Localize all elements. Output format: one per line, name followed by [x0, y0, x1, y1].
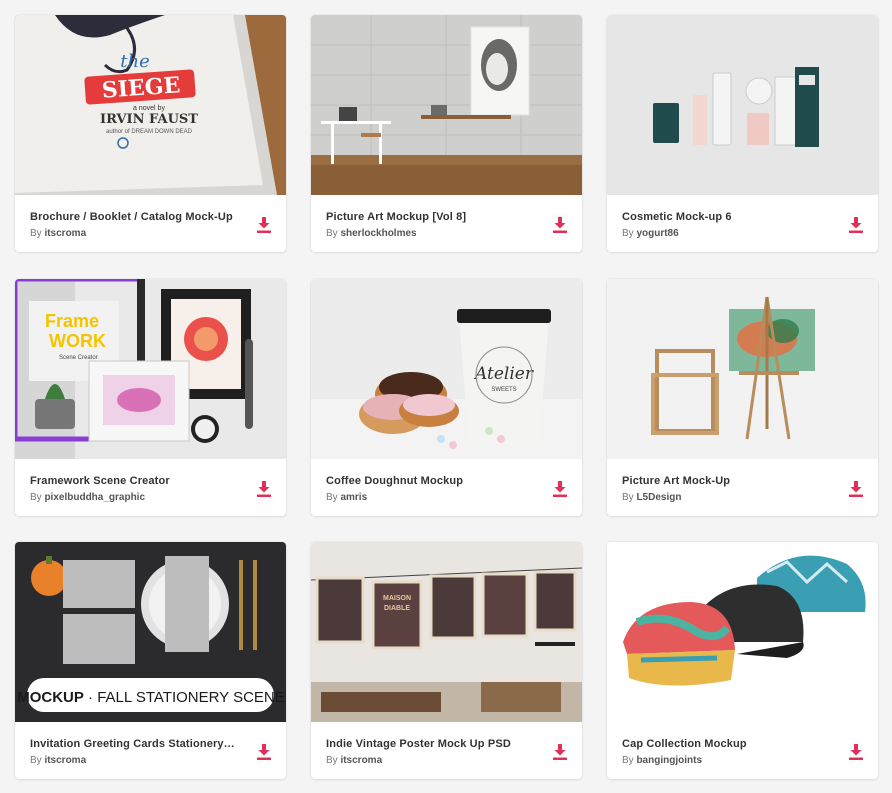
card-title[interactable]: Picture Art Mockup [Vol 8] — [326, 211, 531, 223]
author-link[interactable]: sherlockholmes — [340, 228, 416, 239]
card-thumbnail[interactable]: the SIEGE a novel by IRVIN FAUST author … — [15, 15, 286, 195]
by-label: By — [326, 492, 338, 503]
card-thumbnail[interactable]: Atelier SWEETS — [311, 279, 582, 459]
card-thumbnail[interactable] — [607, 542, 878, 722]
card-author: By amris — [326, 492, 367, 503]
thumb-text: a novel by — [133, 105, 165, 112]
download-button[interactable] — [848, 216, 864, 234]
card-author: By L5Design — [622, 492, 681, 503]
author-link[interactable]: amris — [340, 492, 367, 503]
card-thumbnail[interactable]: MAISON DIABLE — [311, 542, 582, 722]
card-title[interactable]: Coffee Doughnut Mockup — [326, 475, 531, 487]
thumb-text: · FALL STATIONERY SCENE — [88, 689, 285, 706]
download-button[interactable] — [552, 216, 568, 234]
download-button[interactable] — [256, 480, 272, 498]
by-label: By — [326, 228, 338, 239]
download-icon — [257, 217, 271, 233]
thumb-text: Atelier — [473, 364, 534, 384]
mockup-card[interactable]: Atelier SWEETS Coffee Doughnut Mockup By… — [311, 279, 582, 516]
card-title[interactable]: Brochure / Booklet / Catalog Mock-Up — [30, 211, 235, 223]
thumb-text: author of DREAM DOWN DEAD — [106, 129, 193, 135]
by-label: By — [30, 755, 42, 766]
download-button[interactable] — [848, 743, 864, 761]
card-title[interactable]: Framework Scene Creator — [30, 475, 235, 487]
author-link[interactable]: itscroma — [44, 228, 86, 239]
author-link[interactable]: itscroma — [340, 755, 382, 766]
by-label: By — [30, 228, 42, 239]
thumb-text: WORK — [49, 331, 106, 351]
card-meta: Cap Collection Mockup By bangingjoints — [607, 722, 878, 779]
mockup-card[interactable]: Picture Art Mockup [Vol 8] By sherlockho… — [311, 15, 582, 252]
download-icon — [553, 217, 567, 233]
thumb-text: DIABLE — [384, 605, 410, 612]
author-link[interactable]: itscroma — [44, 755, 86, 766]
thumb-text: MOCKUP — [17, 689, 84, 706]
mockup-card[interactable]: MOCKUP · FALL STATIONERY SCENE Invitatio… — [15, 542, 286, 779]
thumb-text: SWEETS — [491, 387, 516, 393]
by-label: By — [622, 228, 634, 239]
card-author: By bangingjoints — [622, 755, 702, 766]
card-meta: Coffee Doughnut Mockup By amris — [311, 459, 582, 516]
card-title[interactable]: Picture Art Mock-Up — [622, 475, 827, 487]
mockup-grid: the SIEGE a novel by IRVIN FAUST author … — [0, 0, 892, 793]
card-author: By yogurt86 — [622, 228, 679, 239]
card-meta: Brochure / Booklet / Catalog Mock-Up By … — [15, 195, 286, 252]
thumb-text: Scene Creator — [59, 355, 98, 361]
card-title[interactable]: Indie Vintage Poster Mock Up PSD — [326, 738, 531, 750]
download-icon — [849, 744, 863, 760]
card-author: By itscroma — [326, 755, 382, 766]
download-icon — [257, 744, 271, 760]
thumb-text: the — [120, 51, 149, 72]
card-author: By pixelbuddha_graphic — [30, 492, 145, 503]
thumb-text: Frame — [45, 311, 99, 331]
download-icon — [849, 217, 863, 233]
card-title[interactable]: Invitation Greeting Cards Stationery Sce… — [30, 738, 235, 750]
card-meta: Picture Art Mock-Up By L5Design — [607, 459, 878, 516]
mockup-card[interactable]: Picture Art Mock-Up By L5Design — [607, 279, 878, 516]
by-label: By — [326, 755, 338, 766]
download-button[interactable] — [256, 216, 272, 234]
thumb-text: IRVIN FAUST — [100, 112, 198, 127]
download-button[interactable] — [552, 480, 568, 498]
by-label: By — [622, 755, 634, 766]
download-icon — [849, 481, 863, 497]
download-icon — [553, 744, 567, 760]
card-thumbnail[interactable] — [607, 15, 878, 195]
author-link[interactable]: yogurt86 — [636, 228, 678, 239]
download-button[interactable] — [256, 743, 272, 761]
card-title[interactable]: Cosmetic Mock-up 6 — [622, 211, 827, 223]
author-link[interactable]: L5Design — [636, 492, 681, 503]
mockup-card[interactable]: MAISON DIABLE Indie Vintage Poster Mock … — [311, 542, 582, 779]
card-meta: Invitation Greeting Cards Stationery Sce… — [15, 722, 286, 779]
card-thumbnail[interactable] — [311, 15, 582, 195]
thumb-text: MAISON — [383, 595, 411, 602]
card-meta: Picture Art Mockup [Vol 8] By sherlockho… — [311, 195, 582, 252]
card-thumbnail[interactable]: Frame WORK Scene Creator — [15, 279, 286, 459]
svg-text:MOCKUP · FALL STATIONERY SCENE: MOCKUP · FALL STATIONERY SCENE — [17, 689, 285, 706]
mockup-card[interactable]: Frame WORK Scene Creator Framework Scene… — [15, 279, 286, 516]
download-icon — [257, 481, 271, 497]
author-link[interactable]: bangingjoints — [636, 755, 702, 766]
author-link[interactable]: pixelbuddha_graphic — [44, 492, 145, 503]
download-button[interactable] — [552, 743, 568, 761]
card-author: By sherlockholmes — [326, 228, 417, 239]
card-meta: Cosmetic Mock-up 6 By yogurt86 — [607, 195, 878, 252]
card-title[interactable]: Cap Collection Mockup — [622, 738, 827, 750]
download-icon — [553, 481, 567, 497]
card-author: By itscroma — [30, 228, 86, 239]
mockup-card[interactable]: Cosmetic Mock-up 6 By yogurt86 — [607, 15, 878, 252]
card-thumbnail[interactable]: MOCKUP · FALL STATIONERY SCENE — [15, 542, 286, 722]
card-thumbnail[interactable] — [607, 279, 878, 459]
mockup-card[interactable]: the SIEGE a novel by IRVIN FAUST author … — [15, 15, 286, 252]
by-label: By — [622, 492, 634, 503]
card-meta: Framework Scene Creator By pixelbuddha_g… — [15, 459, 286, 516]
by-label: By — [30, 492, 42, 503]
card-meta: Indie Vintage Poster Mock Up PSD By itsc… — [311, 722, 582, 779]
mockup-card[interactable]: Cap Collection Mockup By bangingjoints — [607, 542, 878, 779]
thumb-text: SIEGE — [101, 72, 181, 103]
card-author: By itscroma — [30, 755, 86, 766]
download-button[interactable] — [848, 480, 864, 498]
